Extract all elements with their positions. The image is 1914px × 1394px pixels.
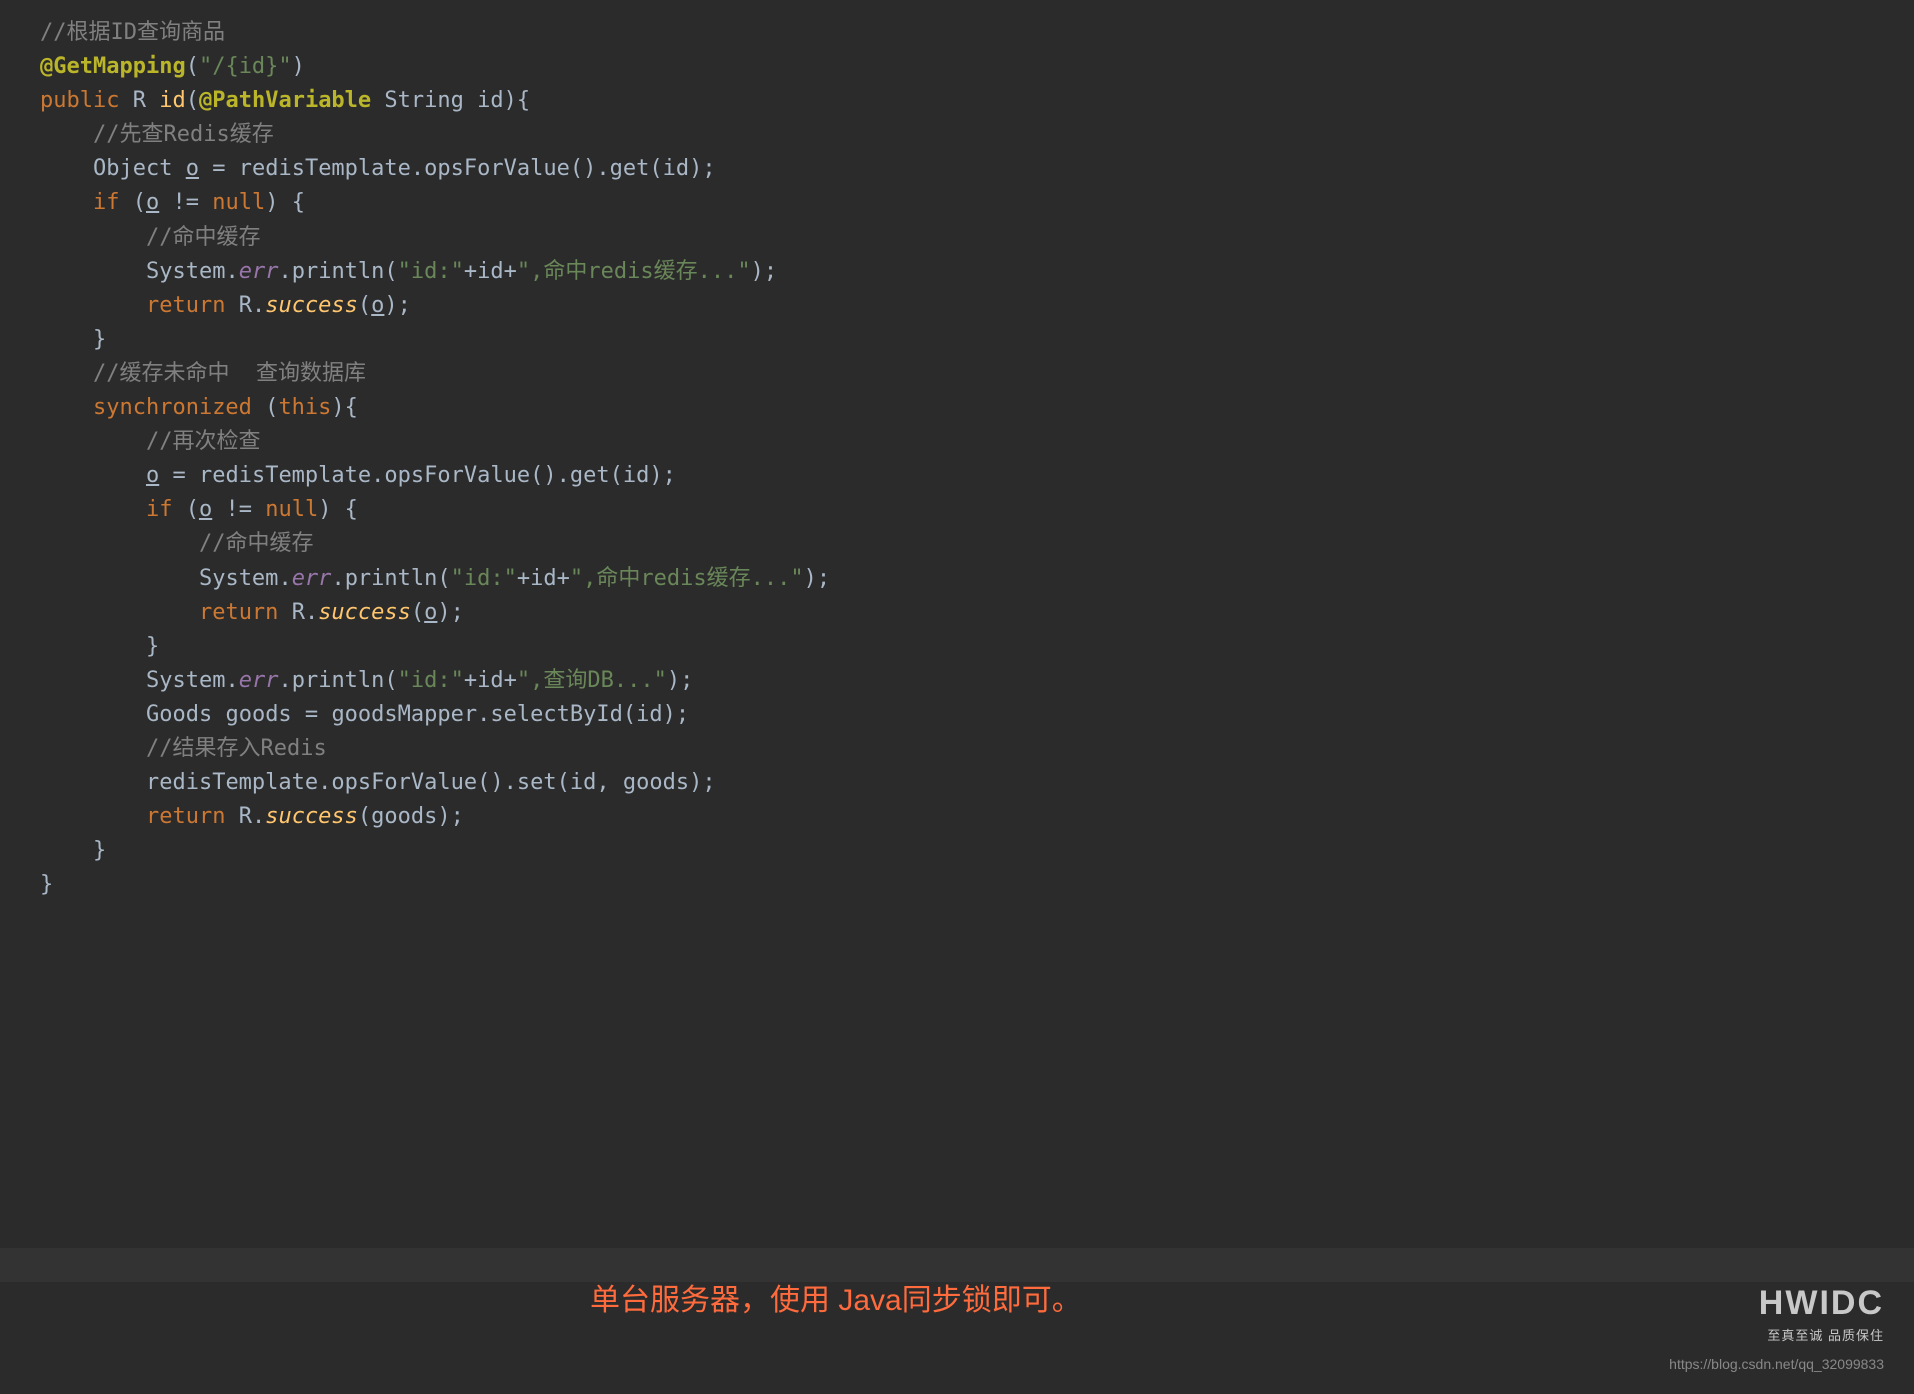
method-call: println bbox=[292, 259, 385, 284]
class-ref: System bbox=[146, 259, 225, 284]
arg: o bbox=[424, 600, 437, 625]
static-method: success bbox=[318, 600, 411, 625]
kw-return: return bbox=[146, 804, 225, 829]
method-call: opsForValue bbox=[424, 156, 570, 181]
method-name: id bbox=[159, 88, 186, 113]
variable: o bbox=[199, 497, 212, 522]
string-literal: ",命中redis缓存..." bbox=[517, 259, 751, 284]
static-method: success bbox=[265, 804, 358, 829]
kw-this: this bbox=[278, 395, 331, 420]
arg: id bbox=[623, 463, 650, 488]
variable: o bbox=[146, 190, 159, 215]
arg: id bbox=[570, 770, 597, 795]
class-ref: System bbox=[199, 566, 278, 591]
blog-url: https://blog.csdn.net/qq_32099833 bbox=[1669, 1354, 1884, 1376]
string-literal: ",命中redis缓存..." bbox=[570, 566, 804, 591]
watermark: HWIDC 至真至诚 品质保住 bbox=[1759, 1277, 1884, 1346]
annotation-note: 单台服务器，使用 Java同步锁即可。 bbox=[590, 1278, 1082, 1325]
var-type: Goods bbox=[146, 702, 212, 727]
class-ref: System bbox=[146, 668, 225, 693]
static-method: success bbox=[265, 293, 358, 318]
arg: goods bbox=[623, 770, 689, 795]
class-ref: R bbox=[292, 600, 305, 625]
code-comment: //命中缓存 bbox=[199, 531, 314, 556]
string-literal: "id:" bbox=[451, 566, 517, 591]
annotation: @PathVariable bbox=[199, 88, 371, 113]
arg: o bbox=[371, 293, 384, 318]
string-literal: "/{id}" bbox=[199, 54, 292, 79]
arg: id bbox=[636, 702, 663, 727]
arg: id bbox=[663, 156, 690, 181]
kw-synchronized: synchronized bbox=[93, 395, 252, 420]
static-field: err bbox=[292, 566, 332, 591]
variable: o bbox=[146, 463, 159, 488]
kw-if: if bbox=[93, 190, 120, 215]
code-comment: //结果存入Redis bbox=[146, 736, 327, 761]
string-literal: "id:" bbox=[398, 259, 464, 284]
return-type: R bbox=[133, 88, 146, 113]
method-call: opsForValue bbox=[331, 770, 477, 795]
method-call: println bbox=[345, 566, 438, 591]
kw-public: public bbox=[40, 88, 119, 113]
kw-return: return bbox=[146, 293, 225, 318]
string-literal: ",查询DB..." bbox=[517, 668, 667, 693]
kw-return: return bbox=[199, 600, 278, 625]
method-call: set bbox=[517, 770, 557, 795]
field-ref: redisTemplate bbox=[239, 156, 411, 181]
annotation: @GetMapping bbox=[40, 54, 186, 79]
code-comment: //缓存未命中 查询数据库 bbox=[93, 361, 366, 386]
method-call: get bbox=[610, 156, 650, 181]
kw-if: if bbox=[146, 497, 173, 522]
class-ref: R bbox=[239, 804, 252, 829]
code-comment: //再次检查 bbox=[146, 429, 261, 454]
param-name: id bbox=[477, 88, 504, 113]
variable: o bbox=[186, 156, 199, 181]
method-call: selectById bbox=[490, 702, 622, 727]
arg: goods bbox=[371, 804, 437, 829]
var-type: Object bbox=[93, 156, 172, 181]
watermark-brand: HWIDC bbox=[1759, 1277, 1884, 1330]
code-comment: //先查Redis缓存 bbox=[93, 122, 274, 147]
kw-null: null bbox=[265, 497, 318, 522]
field-ref: goodsMapper bbox=[331, 702, 477, 727]
field-ref: redisTemplate bbox=[199, 463, 371, 488]
method-call: get bbox=[570, 463, 610, 488]
field-ref: redisTemplate bbox=[146, 770, 318, 795]
code-editor[interactable]: //根据ID查询商品 @GetMapping("/{id}") public R… bbox=[0, 16, 1914, 902]
code-comment: //命中缓存 bbox=[146, 225, 261, 250]
variable: goods bbox=[225, 702, 291, 727]
method-call: println bbox=[292, 668, 385, 693]
watermark-tagline: 至真至诚 品质保住 bbox=[1759, 1326, 1884, 1346]
static-field: err bbox=[239, 259, 279, 284]
kw-null: null bbox=[212, 190, 265, 215]
method-call: opsForValue bbox=[384, 463, 530, 488]
string-literal: "id:" bbox=[398, 668, 464, 693]
class-ref: R bbox=[239, 293, 252, 318]
static-field: err bbox=[239, 668, 279, 693]
code-comment: //根据ID查询商品 bbox=[40, 20, 225, 45]
param-type: String bbox=[384, 88, 463, 113]
